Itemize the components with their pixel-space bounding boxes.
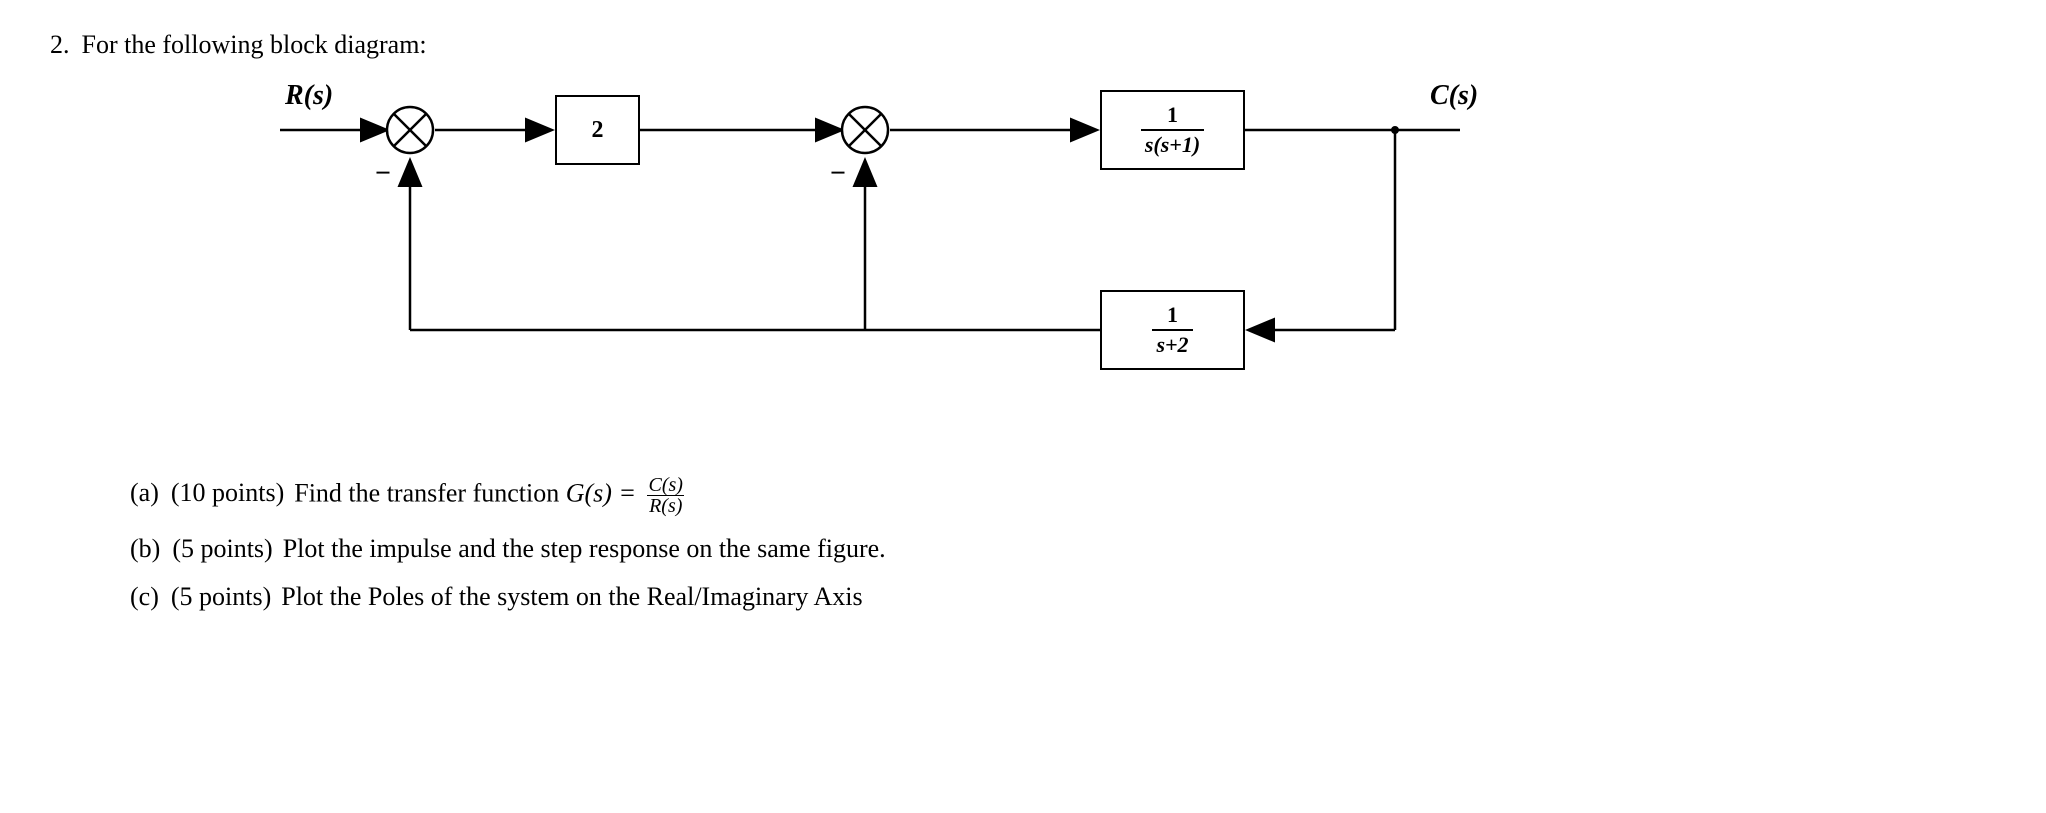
feedback-tf-fraction: 1 s+2 <box>1152 303 1192 357</box>
subpart-c-label: (c) <box>130 582 159 612</box>
forward-tf-fraction: 1 s(s+1) <box>1141 103 1204 157</box>
subpart-c-text: Plot the Poles of the system on the Real… <box>281 582 862 612</box>
block-diagram: R(s) − 2 − 1 s(s+1) C(s) 1 <box>150 70 1750 450</box>
forward-tf-den: s(s+1) <box>1141 129 1204 157</box>
minus-sign-1: − <box>375 158 391 190</box>
summing-junction-2 <box>840 105 890 155</box>
summing-junction-1 <box>385 105 435 155</box>
subpart-b-points: (5 points) <box>172 534 272 564</box>
feedback-tf-den: s+2 <box>1152 329 1192 357</box>
subpart-a-frac-num: C(s) <box>647 475 685 495</box>
subpart-a-points: (10 points) <box>171 478 284 508</box>
output-label: C(s) <box>1430 80 1478 112</box>
subpart-b-text: Plot the impulse and the step response o… <box>283 534 886 564</box>
subpart-a: (a) (10 points) Find the transfer functi… <box>130 475 1996 516</box>
gain-block: 2 <box>555 95 640 165</box>
input-label: R(s) <box>285 80 333 112</box>
problem-number: 2. <box>50 30 70 60</box>
subpart-c-points: (5 points) <box>171 582 271 612</box>
forward-tf-block: 1 s(s+1) <box>1100 90 1245 170</box>
forward-tf-num: 1 <box>1163 103 1182 129</box>
problem-header: 2. For the following block diagram: <box>50 30 1996 60</box>
feedback-tf-block: 1 s+2 <box>1100 290 1245 370</box>
minus-sign-2: − <box>830 158 846 190</box>
gain-block-label: 2 <box>592 117 604 144</box>
subpart-b: (b) (5 points) Plot the impulse and the … <box>130 534 1996 564</box>
subpart-a-label: (a) <box>130 478 159 508</box>
subpart-b-label: (b) <box>130 534 160 564</box>
subpart-c: (c) (5 points) Plot the Poles of the sys… <box>130 582 1996 612</box>
problem-prompt: For the following block diagram: <box>82 30 427 60</box>
subparts: (a) (10 points) Find the transfer functi… <box>130 475 1996 612</box>
subpart-a-fraction: C(s) R(s) <box>647 475 685 516</box>
feedback-tf-num: 1 <box>1163 303 1182 329</box>
subpart-a-frac-den: R(s) <box>647 495 684 516</box>
subpart-a-text: Find the transfer function G(s) = C(s) R… <box>294 475 685 516</box>
